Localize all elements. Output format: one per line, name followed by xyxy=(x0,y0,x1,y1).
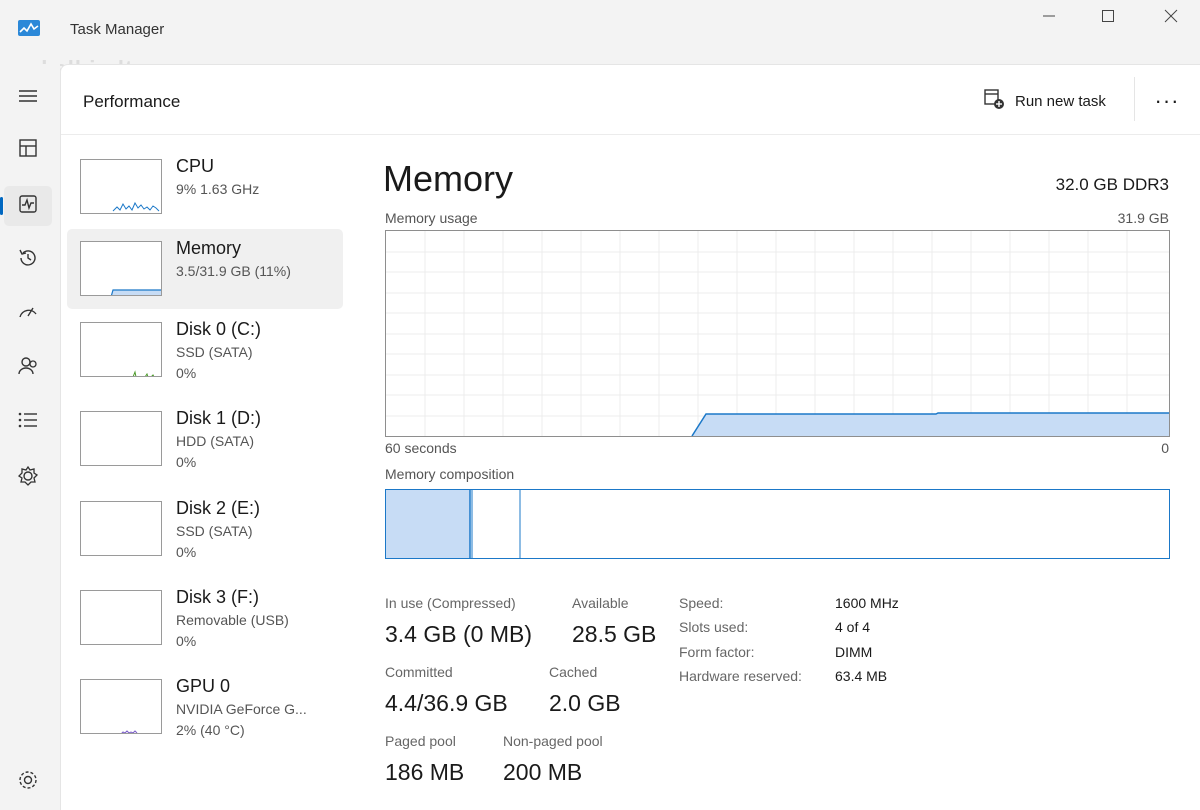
committed-value: 4.4/36.9 GB xyxy=(385,690,508,716)
nav-users[interactable] xyxy=(4,348,52,388)
device-detail: NVIDIA GeForce G... xyxy=(176,701,307,717)
cached-label: Cached xyxy=(549,664,598,680)
committed-label: Committed xyxy=(385,664,453,680)
device-usage: 0% xyxy=(176,454,197,470)
available-label: Available xyxy=(572,595,629,611)
memory-usage-graph xyxy=(385,230,1170,437)
run-new-task-label: Run new task xyxy=(1015,92,1106,110)
disk-1-thumbnail-graph xyxy=(80,411,162,466)
memory-thumbnail-graph xyxy=(80,241,162,296)
more-options-button[interactable]: ··· xyxy=(1149,87,1185,115)
nav-app-history[interactable] xyxy=(4,240,52,280)
run-new-task-button[interactable]: Run new task xyxy=(983,87,1106,115)
performance-icon xyxy=(18,194,38,219)
startup-apps-icon xyxy=(17,302,39,327)
cached-value: 2.0 GB xyxy=(549,690,621,716)
hardware-reserved-label: Hardware reserved: xyxy=(679,668,802,684)
processes-icon xyxy=(18,138,38,163)
paged-pool-label: Paged pool xyxy=(385,733,456,749)
close-button[interactable] xyxy=(1151,4,1191,28)
form-factor-label: Form factor: xyxy=(679,644,755,660)
slots-used-value: 4 of 4 xyxy=(835,619,871,635)
memory-composition-label: Memory composition xyxy=(385,466,515,482)
nav-performance[interactable] xyxy=(4,186,52,226)
device-detail: HDD (SATA) xyxy=(176,433,255,449)
device-memory[interactable]: Memory 3.5/31.9 GB (11%) xyxy=(67,229,343,309)
in-use-label: In use (Compressed) xyxy=(385,595,516,611)
device-usage: 0% xyxy=(176,365,197,381)
non-paged-pool-label: Non-paged pool xyxy=(503,733,603,749)
window-title: Task Manager xyxy=(70,21,165,38)
device-usage: 0% xyxy=(176,544,197,560)
speed-label: Speed: xyxy=(679,595,724,611)
main-panel: Performance Run new task ··· CPU 9% 1.63… xyxy=(60,64,1200,810)
device-detail: Removable (USB) xyxy=(176,612,289,628)
non-paged-pool-value: 200 MB xyxy=(503,759,583,785)
menu-icon xyxy=(18,88,38,109)
device-name: Disk 2 (E:) xyxy=(176,498,261,518)
nav-details[interactable] xyxy=(4,402,52,442)
disk-0-thumbnail-graph xyxy=(80,322,162,377)
device-name: CPU xyxy=(176,156,215,176)
memory-composition-bar xyxy=(385,489,1170,559)
title-bar: Task Manager skelbiu.lt xyxy=(0,0,1200,81)
slots-used-label: Slots used: xyxy=(679,619,749,635)
device-name: Disk 0 (C:) xyxy=(176,319,261,339)
page-title: Performance xyxy=(83,92,181,111)
disk-3-thumbnail-graph xyxy=(80,590,162,645)
device-name: Disk 3 (F:) xyxy=(176,587,259,607)
form-factor-value: DIMM xyxy=(835,644,873,660)
device-name: Disk 1 (D:) xyxy=(176,408,261,428)
memory-spec: 32.0 GB DDR3 xyxy=(1055,175,1169,194)
device-detail: SSD (SATA) xyxy=(176,523,253,539)
device-disk-3[interactable]: Disk 3 (F:) Removable (USB) 0% xyxy=(67,578,343,658)
cpu-thumbnail-graph xyxy=(80,159,162,214)
nav-settings[interactable] xyxy=(4,762,52,802)
device-usage: 2% (40 °C) xyxy=(176,722,245,738)
detail-title: Memory xyxy=(383,158,514,199)
in-use-value: 3.4 GB (0 MB) xyxy=(385,621,532,647)
services-icon xyxy=(17,465,39,492)
minimize-button[interactable] xyxy=(1029,4,1069,28)
hamburger-menu-button[interactable] xyxy=(4,78,52,118)
paged-pool-value: 186 MB xyxy=(385,759,465,785)
device-name: Memory xyxy=(176,238,242,258)
nav-startup-apps[interactable] xyxy=(4,294,52,334)
hardware-reserved-value: 63.4 MB xyxy=(835,668,888,684)
more-options-icon: ··· xyxy=(1154,88,1180,113)
settings-icon xyxy=(17,769,39,796)
details-icon xyxy=(17,411,39,434)
device-disk-2[interactable]: Disk 2 (E:) SSD (SATA) 0% xyxy=(67,489,343,569)
speed-value: 1600 MHz xyxy=(835,595,899,611)
device-detail: 3.5/31.9 GB (11%) xyxy=(176,263,291,279)
nav-processes[interactable] xyxy=(4,130,52,170)
available-value: 28.5 GB xyxy=(572,621,657,647)
run-new-task-icon xyxy=(983,88,1005,114)
header-divider xyxy=(1134,77,1135,121)
device-disk-0[interactable]: Disk 0 (C:) SSD (SATA) 0% xyxy=(67,310,343,390)
navigation-rail xyxy=(0,64,60,810)
app-history-icon xyxy=(17,247,39,274)
graph-time-right: 0 xyxy=(1161,440,1169,456)
graph-time-left: 60 seconds xyxy=(385,440,457,456)
device-disk-1[interactable]: Disk 1 (D:) HDD (SATA) 0% xyxy=(67,399,343,479)
task-manager-app-icon xyxy=(18,20,40,36)
page-header: Performance Run new task ··· xyxy=(61,65,1200,135)
gpu-0-thumbnail-graph xyxy=(80,679,162,734)
device-cpu[interactable]: CPU 9% 1.63 GHz xyxy=(67,147,343,227)
users-icon xyxy=(17,355,39,382)
device-gpu-0[interactable]: GPU 0 NVIDIA GeForce G... 2% (40 °C) xyxy=(67,667,343,747)
device-usage: 0% xyxy=(176,633,197,649)
memory-usage-max: 31.9 GB xyxy=(1117,210,1169,226)
device-name: GPU 0 xyxy=(176,676,231,696)
device-detail: 9% 1.63 GHz xyxy=(176,181,260,197)
nav-services[interactable] xyxy=(4,458,52,498)
maximize-button[interactable] xyxy=(1088,4,1128,28)
device-detail: SSD (SATA) xyxy=(176,344,253,360)
memory-usage-label: Memory usage xyxy=(385,210,478,226)
active-nav-indicator xyxy=(0,197,3,215)
disk-2-thumbnail-graph xyxy=(80,501,162,556)
